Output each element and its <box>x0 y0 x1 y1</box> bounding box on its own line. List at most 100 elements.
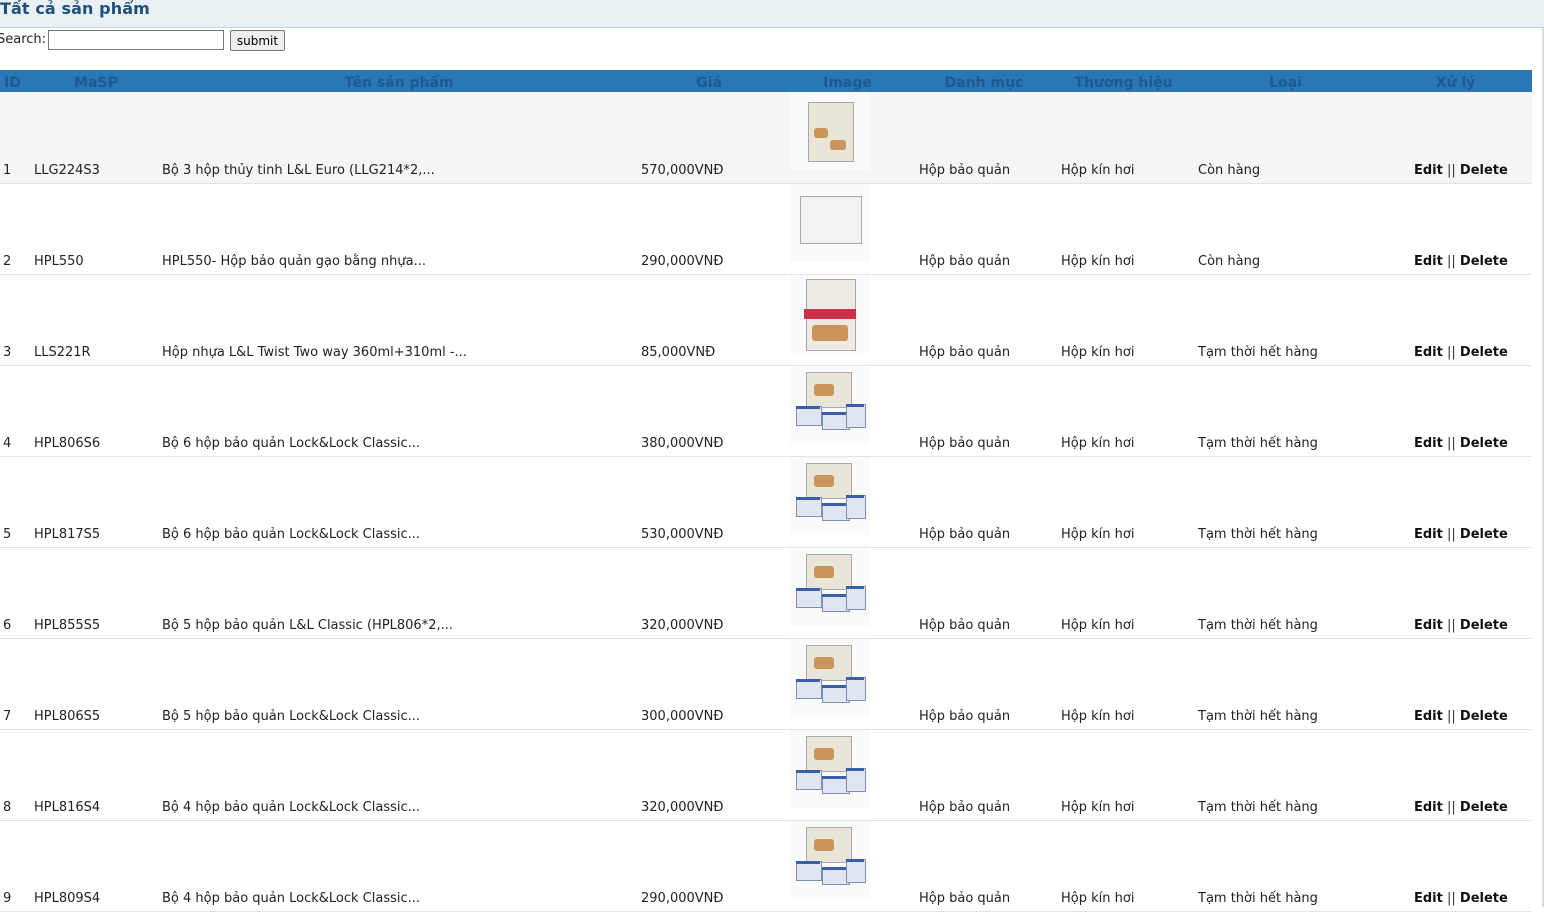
container-set-icon <box>790 729 870 808</box>
table-row: 8 HPL816S4 Bộ 4 hộp bảo quản Lock&Lock Cla… <box>0 729 1532 820</box>
cell-category: Hộp bảo quản <box>919 617 1011 633</box>
cell-name: Bộ 6 hộp bảo quản Lock&Lock Classic... <box>162 526 421 542</box>
cell-name: Bộ 4 hộp bảo quản Lock&Lock Classic... <box>162 799 421 815</box>
cell-price: 290,000VNĐ <box>641 890 724 906</box>
action-separator: || <box>1447 526 1456 542</box>
cell-price: 290,000VNĐ <box>641 253 724 269</box>
cell-id: 2 <box>3 253 12 269</box>
delete-link[interactable]: Delete <box>1460 800 1508 815</box>
delete-link[interactable]: Delete <box>1460 163 1508 178</box>
rice-container-icon <box>790 183 870 262</box>
cell-masp: HPL806S5 <box>34 708 101 724</box>
action-separator: || <box>1447 799 1456 815</box>
search-input[interactable] <box>48 30 224 50</box>
cell-type: Tạm thời hết hàng <box>1198 617 1318 633</box>
cell-type: Tạm thời hết hàng <box>1198 435 1318 451</box>
edit-link[interactable]: Edit <box>1414 254 1443 269</box>
cell-brand: Hộp kín hơi <box>1061 526 1135 542</box>
edit-link[interactable]: Edit <box>1414 800 1443 815</box>
delete-link[interactable]: Delete <box>1460 891 1508 906</box>
cell-id: 9 <box>3 890 12 906</box>
cell-id: 8 <box>3 799 12 815</box>
cell-masp: HPL809S4 <box>34 890 101 906</box>
cell-brand: Hộp kín hơi <box>1061 617 1135 633</box>
cell-price: 380,000VNĐ <box>641 435 724 451</box>
product-box-icon <box>790 92 870 170</box>
submit-button[interactable]: submit <box>230 30 285 51</box>
cell-image <box>782 729 913 820</box>
edit-link[interactable]: Edit <box>1414 891 1443 906</box>
cell-price: 320,000VNĐ <box>641 799 724 815</box>
table-row: 3 LLS221R Hộp nhựa L&L Twist Two way 360ml… <box>0 274 1532 365</box>
cell-price: 530,000VNĐ <box>641 526 724 542</box>
cell-actions: Edit || Delete <box>1379 638 1532 729</box>
edit-link[interactable]: Edit <box>1414 709 1443 724</box>
cell-type: Còn hàng <box>1198 162 1261 178</box>
page-title: Tất cả sản phẩm <box>0 0 150 18</box>
container-set-icon <box>790 638 870 717</box>
column-header-image: Image <box>782 70 913 92</box>
edit-link[interactable]: Edit <box>1414 618 1443 633</box>
delete-link[interactable]: Delete <box>1460 709 1508 724</box>
cell-id: 6 <box>3 617 12 633</box>
cell-id: 1 <box>3 162 12 178</box>
cell-actions: Edit || Delete <box>1379 729 1532 820</box>
edit-link[interactable]: Edit <box>1414 163 1443 178</box>
table-row: 4 HPL806S6 Bộ 6 hộp bảo quản Lock&Lock Cla… <box>0 365 1532 456</box>
cell-id: 3 <box>3 344 12 360</box>
cell-type: Tạm thời hết hàng <box>1198 526 1318 542</box>
cell-category: Hộp bảo quản <box>919 799 1011 815</box>
cell-actions: Edit || Delete <box>1379 183 1532 274</box>
delete-link[interactable]: Delete <box>1460 436 1508 451</box>
cell-image <box>782 638 913 729</box>
cell-actions: Edit || Delete <box>1379 92 1532 183</box>
cell-category: Hộp bảo quản <box>919 708 1011 724</box>
cell-brand: Hộp kín hơi <box>1061 162 1135 178</box>
edit-link[interactable]: Edit <box>1414 527 1443 542</box>
column-header-brand: Thương hiệu <box>1055 70 1192 92</box>
delete-link[interactable]: Delete <box>1460 618 1508 633</box>
cell-type: Tạm thời hết hàng <box>1198 799 1318 815</box>
container-set-icon <box>790 820 870 899</box>
cell-brand: Hộp kín hơi <box>1061 344 1135 360</box>
container-set-icon <box>790 547 870 626</box>
cell-name: Bộ 3 hộp thủy tinh L&L Euro (LLG214*2,..… <box>162 162 435 178</box>
cell-image <box>782 547 913 638</box>
delete-link[interactable]: Delete <box>1460 527 1508 542</box>
container-set-icon <box>790 365 870 444</box>
cell-name: Bộ 6 hộp bảo quản Lock&Lock Classic... <box>162 435 421 451</box>
action-separator: || <box>1447 435 1456 451</box>
twist-jar-icon <box>790 274 870 353</box>
cell-name: Bộ 5 hộp bảo quản L&L Classic (HPL806*2,… <box>162 617 454 633</box>
action-separator: || <box>1447 708 1456 724</box>
cell-image <box>782 274 913 365</box>
column-header-category: Danh mục <box>913 70 1055 92</box>
cell-image <box>782 92 913 183</box>
cell-actions: Edit || Delete <box>1379 456 1532 547</box>
delete-link[interactable]: Delete <box>1460 345 1508 360</box>
table-row: 9 HPL809S4 Bộ 4 hộp bảo quản Lock&Lock Cla… <box>0 820 1532 911</box>
cell-actions: Edit || Delete <box>1379 820 1532 911</box>
edit-link[interactable]: Edit <box>1414 345 1443 360</box>
cell-id: 4 <box>3 435 12 451</box>
cell-category: Hộp bảo quản <box>919 890 1011 906</box>
cell-name: Bộ 4 hộp bảo quản Lock&Lock Classic... <box>162 890 421 906</box>
cell-category: Hộp bảo quản <box>919 162 1011 178</box>
container-set-icon <box>790 456 870 535</box>
cell-image <box>782 820 913 911</box>
cell-name: Bộ 5 hộp bảo quản Lock&Lock Classic... <box>162 708 421 724</box>
cell-actions: Edit || Delete <box>1379 274 1532 365</box>
column-header-name: Tên sản phẩm <box>162 70 636 92</box>
cell-brand: Hộp kín hơi <box>1061 890 1135 906</box>
column-header-masp: MaSP <box>30 70 162 92</box>
cell-name: Hộp nhựa L&L Twist Two way 360ml+310ml -… <box>162 344 467 360</box>
products-table: ID MaSP Tên sản phẩm Giá Image Danh mục … <box>0 70 1532 912</box>
cell-masp: HPL550 <box>34 253 84 269</box>
cell-id: 5 <box>3 526 12 542</box>
column-header-id: ID <box>0 70 30 92</box>
action-separator: || <box>1447 162 1456 178</box>
column-header-actions: Xử lý <box>1379 70 1532 92</box>
edit-link[interactable]: Edit <box>1414 436 1443 451</box>
delete-link[interactable]: Delete <box>1460 254 1508 269</box>
table-row: 5 HPL817S5 Bộ 6 hộp bảo quản Lock&Lock Cla… <box>0 456 1532 547</box>
